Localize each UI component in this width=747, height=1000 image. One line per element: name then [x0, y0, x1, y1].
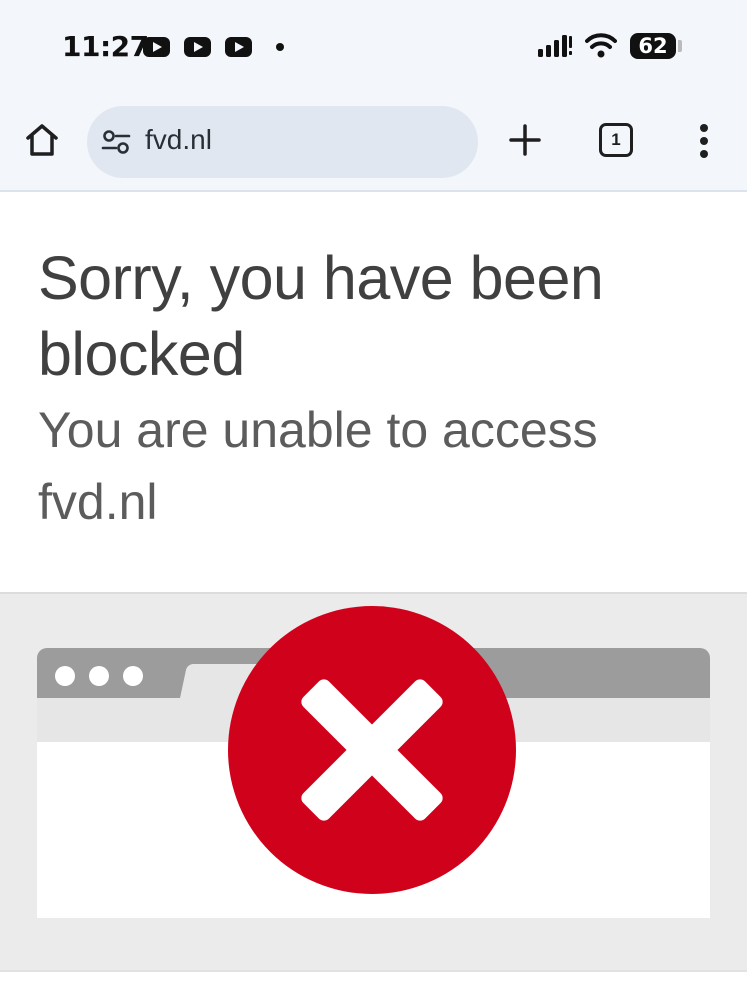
content-divider	[0, 970, 747, 1000]
more-notifications-dot-icon	[276, 43, 284, 51]
mock-window-dot	[55, 666, 75, 686]
tune-icon[interactable]	[101, 128, 131, 156]
youtube-icon	[143, 37, 170, 57]
tab-count: 1	[611, 130, 621, 149]
status-bar: 11:27 62	[0, 0, 747, 92]
youtube-icon	[225, 37, 252, 57]
more-vertical-icon[interactable]	[692, 120, 716, 162]
red-x-circle-icon	[228, 606, 516, 894]
battery-indicator: 62	[630, 33, 676, 59]
page-subtitle: You are unable to access fvd.nl	[38, 402, 598, 530]
signal-icon	[538, 35, 572, 57]
home-icon[interactable]	[22, 120, 62, 160]
tab-switcher-button[interactable]: 1	[599, 123, 633, 157]
mock-window-dot	[89, 666, 109, 686]
status-time: 11:27	[62, 30, 149, 63]
wifi-icon	[585, 33, 617, 58]
plus-icon[interactable]	[507, 122, 543, 158]
mock-window-dot	[123, 666, 143, 686]
battery-tip	[678, 40, 682, 52]
phone-screen: 11:27 62 fvd.nl 1 Sorry, you have been b…	[0, 0, 747, 1000]
youtube-icon	[184, 37, 211, 57]
page-title: Sorry, you have been blocked	[38, 244, 604, 388]
address-bar[interactable]: fvd.nl	[87, 106, 478, 178]
page-content: Sorry, you have been blocked You are una…	[0, 192, 747, 1000]
browser-toolbar: fvd.nl 1	[0, 92, 747, 192]
battery-level: 62	[638, 34, 668, 58]
browser-chrome: 11:27 62 fvd.nl 1	[0, 0, 747, 192]
url-text[interactable]: fvd.nl	[145, 124, 212, 156]
blocked-illustration	[0, 592, 747, 970]
